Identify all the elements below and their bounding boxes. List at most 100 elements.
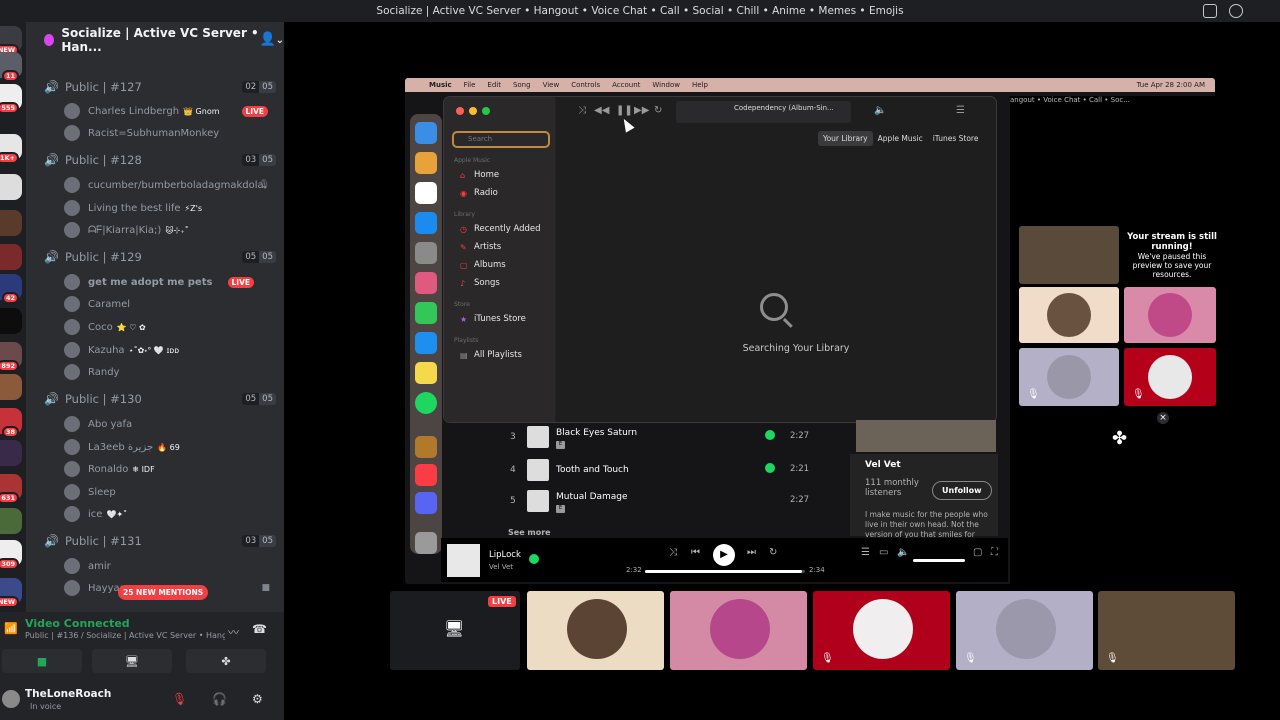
track-row[interactable]: 4 Tooth and Touch 2:21 (510, 457, 840, 485)
see-more-link[interactable]: See more (508, 528, 551, 537)
tab-itunes-store[interactable]: iTunes Store (928, 131, 984, 146)
saved-check-icon[interactable] (765, 430, 775, 440)
new-mentions-pill[interactable]: 25 NEW MENTIONS (118, 585, 209, 600)
now-playing-lcd[interactable]: Codependency (Album-Sin... (676, 101, 851, 123)
server-icon[interactable]: 309 (0, 540, 22, 570)
video-tile[interactable]: 🎙 (1019, 348, 1119, 406)
saved-check-icon[interactable] (765, 463, 775, 473)
server-icon[interactable]: NEW (0, 26, 22, 56)
voice-user[interactable]: ice 🤍✦˚ (64, 506, 276, 522)
previous-icon[interactable]: ◀◀ (594, 105, 609, 116)
close-icon[interactable]: × (1157, 412, 1169, 424)
previous-icon[interactable]: ⏮ (691, 547, 700, 558)
server-icon[interactable] (0, 508, 22, 534)
player-artist[interactable]: Vel Vet (489, 563, 513, 571)
noise-suppression-icon[interactable]: 〰 (228, 624, 239, 640)
server-icon[interactable]: 892 (0, 342, 22, 372)
activities-button[interactable]: ✤ (186, 649, 266, 673)
video-tile[interactable]: 🎙 (813, 591, 950, 670)
voice-user[interactable]: Sleep (64, 484, 276, 500)
voice-user[interactable]: Living the best life ⚡Z's (64, 200, 276, 216)
video-tile[interactable] (1019, 226, 1119, 284)
saved-check-icon[interactable] (529, 554, 539, 564)
camera-button[interactable]: ■ (2, 649, 82, 673)
screen-share-button[interactable]: 🖥 (92, 649, 172, 673)
unfollow-button[interactable]: Unfollow (932, 481, 992, 500)
sidebar-item-recently-added[interactable]: ◷ Recently Added (460, 224, 541, 234)
sidebar-item-home[interactable]: ⌂ Home (460, 170, 499, 180)
server-header[interactable]: Socialize | Active VC Server • Han... ⌄ … (26, 22, 284, 58)
fullscreen-icon[interactable]: ⛶ (991, 547, 998, 558)
server-icon[interactable]: 38 (0, 408, 22, 438)
artist-name[interactable]: Vel Vet (865, 460, 901, 470)
server-icon[interactable]: NEW (0, 578, 22, 608)
mic-muted-icon[interactable]: 🎙 (172, 692, 187, 706)
voice-channel[interactable]: 🔊 Public | #129 05 05 (44, 250, 276, 264)
server-icon[interactable]: 11 (0, 52, 22, 82)
miniplayer-icon[interactable]: ▢ (973, 547, 982, 558)
track-row[interactable]: 3 Black Eyes Saturn E 2:27 (510, 424, 840, 452)
disconnect-icon[interactable]: ☎ (252, 622, 267, 636)
voice-user[interactable]: Kazuha ⋆˚✿˖° 🤍 ɪᴅᴅ (64, 342, 276, 358)
voice-channel[interactable]: 🔊 Public | #128 03 05 (44, 153, 276, 167)
play-button[interactable]: ▶ (713, 544, 735, 566)
tab-apple-music[interactable]: Apple Music (873, 131, 928, 146)
video-tile[interactable] (670, 591, 807, 670)
sidebar-item-radio[interactable]: ◉ Radio (460, 188, 498, 198)
shuffle-icon[interactable]: ⤨ (578, 105, 586, 116)
video-tile[interactable] (1019, 287, 1119, 343)
voice-user[interactable]: La3eeb جزيرة 🔥 69 (64, 439, 276, 455)
next-icon[interactable]: ⏭ (747, 547, 756, 558)
volume-icon[interactable]: 🔈 (897, 547, 909, 558)
voice-user[interactable]: Randy (64, 364, 276, 380)
headphones-icon[interactable]: 🎧 (212, 692, 227, 706)
sidebar-item-all-playlists[interactable]: ▤ All Playlists (460, 350, 522, 360)
server-icon[interactable] (0, 374, 22, 400)
minimize-icon[interactable] (469, 107, 477, 115)
video-tile[interactable]: 🎙 (1124, 348, 1216, 406)
voice-user[interactable]: Charles Lindbergh 👑 Gnom LIVE (64, 103, 276, 119)
inbox-icon[interactable] (1203, 4, 1217, 18)
voice-user[interactable]: get me adopt me pets LIVE (64, 274, 276, 290)
server-icon[interactable]: 42 (0, 274, 22, 304)
voice-user[interactable]: Racist=SubhumanMonkey (64, 125, 276, 141)
server-icon[interactable]: 555 (0, 84, 22, 114)
next-icon[interactable]: ▶▶ (634, 105, 649, 116)
voice-user[interactable]: cucumber/bumberboladagmakdola 🎙 (64, 177, 276, 193)
close-icon[interactable] (456, 107, 464, 115)
sidebar-item-songs[interactable]: ♪ Songs (460, 278, 500, 288)
voice-channel[interactable]: 🔊 Public | #127 02 05 (44, 80, 276, 94)
shuffle-icon[interactable]: ⤨ (669, 547, 677, 558)
help-icon[interactable] (1229, 4, 1243, 18)
user-name[interactable]: TheLoneRoach (25, 688, 111, 700)
player-song[interactable]: LipLock (489, 550, 521, 560)
video-tile[interactable] (527, 591, 664, 670)
video-tile[interactable]: 🎙 (956, 591, 1093, 670)
server-icon[interactable] (0, 210, 22, 236)
queue-icon[interactable]: ☰ (861, 547, 870, 558)
voice-user[interactable]: ᗩᖴ|Kiarra|Kia;) 🐱⊹₊˚ (64, 222, 276, 238)
server-icon[interactable] (0, 174, 22, 200)
music-search-input[interactable]: Search (452, 131, 550, 148)
track-row[interactable]: 5 Mutual Damage E 2:27 (510, 488, 840, 516)
add-user-icon[interactable]: 👤 (260, 32, 276, 47)
voice-user[interactable]: Coco ⭐ ♡ ✿ (64, 319, 276, 335)
signal-icon[interactable]: 📶 (4, 622, 18, 635)
zoom-icon[interactable] (482, 107, 490, 115)
activities-icon[interactable]: ✤ (1112, 428, 1127, 449)
server-icon[interactable] (0, 440, 22, 466)
gear-icon[interactable]: ⚙ (252, 692, 263, 706)
server-icon[interactable]: 631 (0, 474, 22, 504)
lyrics-icon[interactable]: ☰ (956, 105, 965, 116)
voice-channel[interactable]: 🔊 Public | #130 05 05 (44, 392, 276, 406)
repeat-icon[interactable]: ↻ (769, 547, 777, 558)
avatar[interactable] (2, 690, 20, 708)
voice-user[interactable]: Ronaldo ❄ IDF (64, 461, 276, 477)
voice-channel[interactable]: 🔊 Public | #131 03 05 (44, 534, 276, 548)
repeat-icon[interactable]: ↻ (654, 105, 662, 116)
sidebar-item-albums[interactable]: ▢ Albums (460, 260, 506, 270)
voice-user[interactable]: amir (64, 558, 276, 574)
video-tile[interactable]: 🎙 (1098, 591, 1235, 670)
devices-icon[interactable]: ▭ (879, 547, 888, 558)
server-icon[interactable] (0, 244, 22, 270)
